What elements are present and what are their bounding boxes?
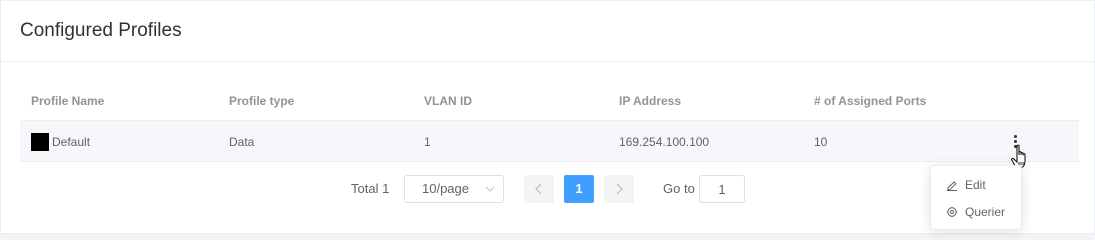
chevron-left-icon — [535, 183, 542, 195]
table-row[interactable]: Default Data 1 169.254.100.100 10 — [20, 121, 1079, 162]
menu-item-edit-label: Edit — [965, 178, 986, 192]
row-actions-menu: Edit Querier — [930, 165, 1022, 230]
prev-page-button[interactable] — [524, 175, 554, 203]
goto-label: Go to — [663, 181, 695, 196]
goto-page-input[interactable] — [699, 175, 745, 203]
column-header-profile-name[interactable]: Profile Name — [31, 94, 104, 108]
chevron-down-icon — [485, 186, 495, 192]
page-number-button[interactable]: 1 — [564, 175, 594, 203]
vlan-id-cell: 1 — [424, 135, 431, 149]
column-header-ip-address[interactable]: IP Address — [619, 94, 681, 108]
profile-name-cell: Default — [52, 135, 91, 149]
querier-icon — [946, 206, 958, 218]
ip-address-cell: 169.254.100.100 — [619, 135, 710, 149]
next-page-button[interactable] — [604, 175, 634, 203]
chevron-right-icon — [616, 183, 623, 195]
kebab-dot — [1014, 135, 1017, 138]
menu-item-edit[interactable]: Edit — [931, 172, 1021, 198]
column-header-vlan-id[interactable]: VLAN ID — [424, 94, 472, 108]
page-size-value: 10/page — [422, 181, 469, 196]
profiles-table: Profile Name Profile type VLAN ID IP Add… — [20, 81, 1079, 162]
page-title: Configured Profiles — [20, 20, 182, 41]
column-header-profile-type[interactable]: Profile type — [229, 94, 294, 108]
page-size-select[interactable]: 10/page — [404, 175, 504, 203]
kebab-dot — [1014, 140, 1017, 143]
profile-type-cell: Data — [229, 135, 255, 149]
profile-color-swatch — [31, 133, 49, 151]
menu-item-querier-label: Querier — [965, 205, 1006, 219]
menu-item-querier[interactable]: Querier — [931, 199, 1021, 225]
card-header: Configured Profiles — [1, 1, 1094, 62]
table-header: Profile Name Profile type VLAN ID IP Add… — [20, 81, 1079, 121]
column-header-assigned-ports[interactable]: # of Assigned Ports — [814, 94, 926, 108]
pagination-total: Total 1 — [351, 181, 390, 196]
edit-icon — [947, 181, 957, 191]
assigned-ports-cell: 10 — [814, 135, 828, 149]
